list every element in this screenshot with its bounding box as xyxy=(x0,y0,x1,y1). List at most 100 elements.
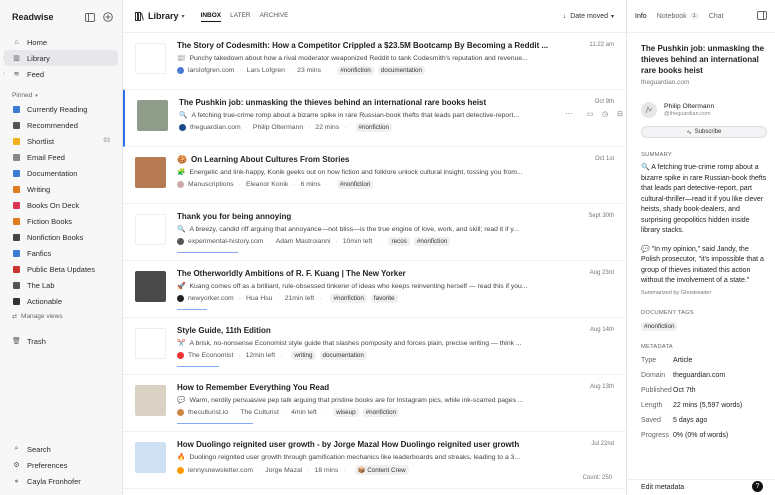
document-tag[interactable]: favorite xyxy=(370,294,398,303)
sort-label: Date moved xyxy=(570,12,608,20)
chevron-right-icon[interactable]: › xyxy=(3,71,5,77)
panel-tab-info[interactable]: Info xyxy=(635,13,647,20)
document-title: How to Remember Everything You Read xyxy=(177,383,557,392)
tab-inbox[interactable]: INBOX xyxy=(200,10,222,22)
close-panel-icon[interactable] xyxy=(757,10,767,22)
manage-views-link[interactable]: ⇄ Manage views xyxy=(0,309,122,323)
sidebar-item-preferences[interactable]: ⚙ Preferences xyxy=(4,457,118,473)
document-row[interactable]: 🍪 On Learning About Cultures From Stories… xyxy=(123,147,626,204)
archive-icon[interactable]: ▭ xyxy=(585,110,595,118)
document-row[interactable]: How Duolingo reignited user growth - by … xyxy=(123,432,626,489)
document-length: 12min left xyxy=(245,352,276,359)
sidebar-item-label: Recommended xyxy=(27,120,78,130)
document-row[interactable]: How to Remember Everything You Read Aug 1… xyxy=(123,375,626,432)
document-tag[interactable]: #nonfiction xyxy=(355,123,392,132)
sidebar-item-currently-reading[interactable]: Currently Reading xyxy=(4,101,118,117)
sidebar-item-search[interactable]: ⌕ Search xyxy=(4,441,118,457)
document-tag[interactable]: #nonfiction xyxy=(413,237,451,246)
more-icon[interactable]: ⋯ xyxy=(564,110,574,118)
sidebar-item-writing[interactable]: Writing xyxy=(4,181,118,197)
document-row[interactable]: The Pushkin job: unmasking the thieves b… xyxy=(123,90,626,147)
chevron-down-icon[interactable]: ▾ xyxy=(182,13,185,20)
document-tag[interactable]: 📦 Content Crew xyxy=(354,465,409,475)
sort-dropdown[interactable]: ↓ Date moved ▾ xyxy=(563,13,614,20)
document-tag[interactable]: documentation xyxy=(377,66,426,75)
document-tag[interactable]: documentation xyxy=(319,351,367,360)
sidebar-item-feed[interactable]: › ≋ Feed xyxy=(3,66,118,82)
sidebar-item-the-lab[interactable]: The Lab xyxy=(4,277,118,293)
doc-domain[interactable]: theguardian.com xyxy=(641,79,767,86)
chevron-right-icon[interactable]: › xyxy=(3,55,5,61)
metadata-row: Domain theguardian.com xyxy=(641,371,767,380)
document-tag[interactable]: #nonfiction xyxy=(337,66,374,75)
list-toolbar: Library ▾ INBOX LATER ARCHIVE ↓ Date moved… xyxy=(123,0,626,33)
sidebar-item-cayla-fronhofer[interactable]: ● Cayla Fronhofer xyxy=(4,473,118,489)
sidebar-item-label: Currently Reading xyxy=(27,104,88,114)
sidebar-item-fiction-books[interactable]: Fiction Books xyxy=(4,213,118,229)
author-name[interactable]: Philip Oltermann xyxy=(664,103,714,110)
help-button[interactable]: ? xyxy=(752,481,763,492)
add-icon[interactable] xyxy=(102,11,114,23)
tab-archive[interactable]: ARCHIVE xyxy=(260,10,289,22)
summary-emoji: 🔥 xyxy=(177,454,186,461)
subscribe-button[interactable]: ∿ Subscribe xyxy=(641,126,767,138)
document-title-text: The Story of Codesmith: How a Competitor… xyxy=(177,41,549,50)
email-icon xyxy=(12,153,21,162)
document-title-text: Thank you for being annoying xyxy=(177,212,292,221)
sidebar-item-library[interactable]: › ▥ Library xyxy=(3,50,118,66)
document-tag[interactable]: recos xyxy=(388,237,410,246)
check-icon xyxy=(12,297,21,306)
panel-tab-chat[interactable]: Chat xyxy=(709,13,724,20)
tab-later[interactable]: LATER xyxy=(230,10,250,22)
document-length: 22 mins xyxy=(315,124,340,131)
document-tag[interactable]: #nonfiction xyxy=(362,408,400,417)
favicon-icon xyxy=(179,124,186,131)
favicon-icon xyxy=(177,67,184,74)
collapse-sidebar-icon[interactable] xyxy=(84,11,96,23)
sidebar-item-recommended[interactable]: Recommended xyxy=(4,117,118,133)
star-icon xyxy=(12,137,21,146)
sidebar-item-label: Feed xyxy=(27,69,45,79)
document-length: 6 mins xyxy=(300,181,321,188)
document-domain: theculturist.io xyxy=(188,409,229,416)
sidebar-item-trash[interactable]: 🗑 Trash xyxy=(4,333,118,349)
reading-progress-bar xyxy=(177,309,208,310)
later-icon[interactable]: ◷ xyxy=(600,110,610,118)
sidebar-item-home[interactable]: ⌂ Home xyxy=(4,34,118,50)
document-tag[interactable]: writing xyxy=(291,351,316,360)
document-row[interactable]: The Otherworldly Ambitions of R. F. Kuan… xyxy=(123,261,626,318)
home-icon: ⌂ xyxy=(14,38,19,46)
document-tag[interactable]: #nonfiction xyxy=(330,294,367,303)
pinned-label: Pinned xyxy=(12,92,33,99)
sidebar-item-books-on-deck[interactable]: Books On Deck xyxy=(4,197,118,213)
inbox-icon[interactable]: ⊟ xyxy=(615,110,625,118)
document-row[interactable]: Style Guide, 11th Edition Aug 14th ✂️ A bri… xyxy=(123,318,626,375)
sidebar-item-actionable[interactable]: Actionable xyxy=(4,293,118,309)
sidebar-item-email-feed[interactable]: Email Feed xyxy=(4,149,118,165)
pinned-section-header[interactable]: Pinned ▾ xyxy=(12,92,122,99)
document-tag[interactable]: #nonfiction xyxy=(641,321,678,331)
gear-icon: ⚙ xyxy=(13,462,20,469)
document-summary: 🧩 Energetic and link-happy, Konik geeks o… xyxy=(177,168,557,176)
document-row[interactable]: Thank you for being annoying Sept 30th 🔍 A … xyxy=(123,204,626,261)
summary-text: Duolingo reignited user growth through g… xyxy=(189,454,521,461)
document-row[interactable]: The Story of Codesmith: How a Competitor… xyxy=(123,33,626,90)
sidebar-item-shortlist[interactable]: Shortlist 93 xyxy=(4,133,118,149)
metadata-key: Saved xyxy=(641,416,661,424)
nonfiction-icon xyxy=(12,233,21,242)
sidebar-item-public-beta-updates[interactable]: Public Beta Updates xyxy=(4,261,118,277)
sidebar-item-documentation[interactable]: Documentation xyxy=(4,165,118,181)
sidebar-item-nonfiction-books[interactable]: Nonfiction Books xyxy=(4,229,118,245)
library-icon xyxy=(135,11,144,21)
document-tag[interactable]: #nonfiction xyxy=(336,180,374,189)
document-tag[interactable]: wiseup xyxy=(333,408,359,417)
sidebar: Readwise ⌂ Home › ▥ Library › ≋ Feed Pinned ▾ Cu… xyxy=(0,0,123,495)
notebook-count-badge: 1 xyxy=(689,13,699,19)
page-title[interactable]: Library xyxy=(148,11,179,21)
sidebar-item-fanfics[interactable]: Fanfics xyxy=(4,245,118,261)
document-title-text: How to Remember Everything You Read xyxy=(177,383,330,392)
trash-icon: 🗑 xyxy=(12,338,21,345)
panel-tab-notebook[interactable]: Notebook 1 xyxy=(657,13,699,20)
document-summary: 📰 Punchy takedown about how a rival moder… xyxy=(177,54,557,62)
document-meta: The Economist · 12min left · writing document… xyxy=(177,351,367,360)
